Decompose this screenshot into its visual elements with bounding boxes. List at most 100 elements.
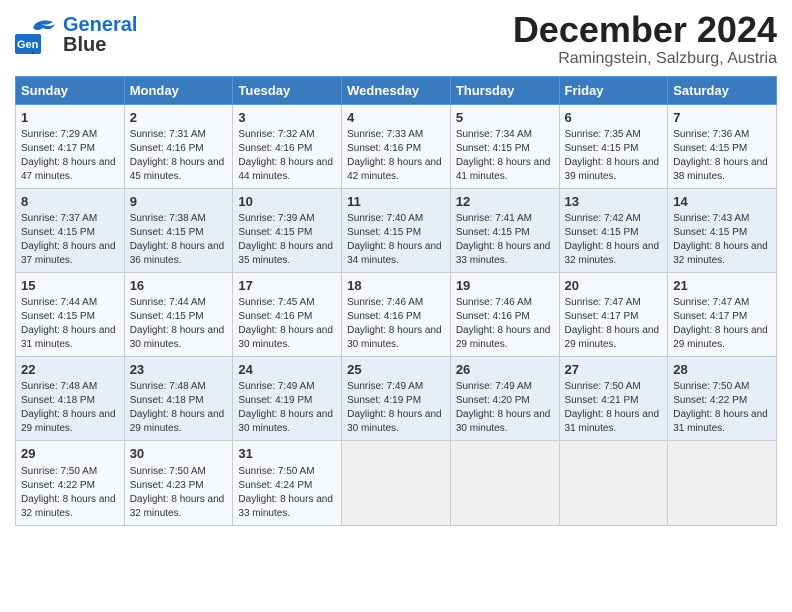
- day-number: 29: [21, 445, 119, 463]
- table-row: 25Sunrise: 7:49 AMSunset: 4:19 PMDayligh…: [342, 357, 451, 441]
- day-info: Sunrise: 7:39 AMSunset: 4:15 PMDaylight:…: [238, 212, 336, 268]
- col-wednesday: Wednesday: [342, 76, 451, 104]
- table-row: 20Sunrise: 7:47 AMSunset: 4:17 PMDayligh…: [559, 272, 668, 356]
- day-number: 15: [21, 277, 119, 295]
- day-number: 6: [565, 109, 663, 127]
- day-info: Sunrise: 7:50 AMSunset: 4:23 PMDaylight:…: [130, 465, 228, 521]
- day-number: 3: [238, 109, 336, 127]
- table-row: [450, 441, 559, 525]
- day-info: Sunrise: 7:32 AMSunset: 4:16 PMDaylight:…: [238, 128, 336, 184]
- table-row: 21Sunrise: 7:47 AMSunset: 4:17 PMDayligh…: [668, 272, 777, 356]
- day-info: Sunrise: 7:49 AMSunset: 4:20 PMDaylight:…: [456, 380, 554, 436]
- table-row: 24Sunrise: 7:49 AMSunset: 4:19 PMDayligh…: [233, 357, 342, 441]
- day-info: Sunrise: 7:29 AMSunset: 4:17 PMDaylight:…: [21, 128, 119, 184]
- month-title: December 2024: [513, 10, 777, 50]
- day-info: Sunrise: 7:48 AMSunset: 4:18 PMDaylight:…: [130, 380, 228, 436]
- calendar-table: Sunday Monday Tuesday Wednesday Thursday…: [15, 76, 777, 526]
- day-info: Sunrise: 7:44 AMSunset: 4:15 PMDaylight:…: [21, 296, 119, 352]
- day-number: 9: [130, 193, 228, 211]
- table-row: 17Sunrise: 7:45 AMSunset: 4:16 PMDayligh…: [233, 272, 342, 356]
- day-number: 13: [565, 193, 663, 211]
- table-row: 23Sunrise: 7:48 AMSunset: 4:18 PMDayligh…: [124, 357, 233, 441]
- day-number: 24: [238, 361, 336, 379]
- col-saturday: Saturday: [668, 76, 777, 104]
- day-number: 25: [347, 361, 445, 379]
- col-monday: Monday: [124, 76, 233, 104]
- day-number: 17: [238, 277, 336, 295]
- day-info: Sunrise: 7:50 AMSunset: 4:22 PMDaylight:…: [673, 380, 771, 436]
- day-info: Sunrise: 7:50 AMSunset: 4:22 PMDaylight:…: [21, 465, 119, 521]
- day-number: 30: [130, 445, 228, 463]
- header: Gen eral General Blue December 2024 Rami…: [15, 10, 777, 68]
- day-info: Sunrise: 7:49 AMSunset: 4:19 PMDaylight:…: [347, 380, 445, 436]
- day-info: Sunrise: 7:37 AMSunset: 4:15 PMDaylight:…: [21, 212, 119, 268]
- day-info: Sunrise: 7:33 AMSunset: 4:16 PMDaylight:…: [347, 128, 445, 184]
- calendar-week: 8Sunrise: 7:37 AMSunset: 4:15 PMDaylight…: [16, 188, 777, 272]
- col-thursday: Thursday: [450, 76, 559, 104]
- day-info: Sunrise: 7:36 AMSunset: 4:15 PMDaylight:…: [673, 128, 771, 184]
- table-row: 7Sunrise: 7:36 AMSunset: 4:15 PMDaylight…: [668, 104, 777, 188]
- day-info: Sunrise: 7:31 AMSunset: 4:16 PMDaylight:…: [130, 128, 228, 184]
- logo-blue: Blue: [63, 35, 137, 55]
- calendar-week: 15Sunrise: 7:44 AMSunset: 4:15 PMDayligh…: [16, 272, 777, 356]
- day-number: 16: [130, 277, 228, 295]
- table-row: 22Sunrise: 7:48 AMSunset: 4:18 PMDayligh…: [16, 357, 125, 441]
- col-friday: Friday: [559, 76, 668, 104]
- svg-text:Gen: Gen: [17, 39, 39, 51]
- table-row: 30 Sunrise: 7:50 AMSunset: 4:23 PMDayligh…: [124, 441, 233, 525]
- logo: Gen eral General Blue: [15, 15, 137, 55]
- day-info: Sunrise: 7:45 AMSunset: 4:16 PMDaylight:…: [238, 296, 336, 352]
- calendar-week: 1Sunrise: 7:29 AMSunset: 4:17 PMDaylight…: [16, 104, 777, 188]
- table-row: 16Sunrise: 7:44 AMSunset: 4:15 PMDayligh…: [124, 272, 233, 356]
- day-info: Sunrise: 7:41 AMSunset: 4:15 PMDaylight:…: [456, 212, 554, 268]
- table-row: 31 Sunrise: 7:50 AMSunset: 4:24 PMDayligh…: [233, 441, 342, 525]
- day-number: 12: [456, 193, 554, 211]
- day-info: Sunrise: 7:48 AMSunset: 4:18 PMDaylight:…: [21, 380, 119, 436]
- table-row: 27Sunrise: 7:50 AMSunset: 4:21 PMDayligh…: [559, 357, 668, 441]
- table-row: 4Sunrise: 7:33 AMSunset: 4:16 PMDaylight…: [342, 104, 451, 188]
- table-row: 29 Sunrise: 7:50 AMSunset: 4:22 PMDayligh…: [16, 441, 125, 525]
- title-area: December 2024 Ramingstein, Salzburg, Aus…: [513, 10, 777, 68]
- day-number: 5: [456, 109, 554, 127]
- table-row: 15Sunrise: 7:44 AMSunset: 4:15 PMDayligh…: [16, 272, 125, 356]
- day-number: 27: [565, 361, 663, 379]
- day-number: 21: [673, 277, 771, 295]
- table-row: 12Sunrise: 7:41 AMSunset: 4:15 PMDayligh…: [450, 188, 559, 272]
- day-info: Sunrise: 7:44 AMSunset: 4:15 PMDaylight:…: [130, 296, 228, 352]
- table-row: 26Sunrise: 7:49 AMSunset: 4:20 PMDayligh…: [450, 357, 559, 441]
- day-info: Sunrise: 7:42 AMSunset: 4:15 PMDaylight:…: [565, 212, 663, 268]
- day-info: Sunrise: 7:40 AMSunset: 4:15 PMDaylight:…: [347, 212, 445, 268]
- table-row: 13Sunrise: 7:42 AMSunset: 4:15 PMDayligh…: [559, 188, 668, 272]
- table-row: 3Sunrise: 7:32 AMSunset: 4:16 PMDaylight…: [233, 104, 342, 188]
- day-info: Sunrise: 7:47 AMSunset: 4:17 PMDaylight:…: [565, 296, 663, 352]
- day-number: 20: [565, 277, 663, 295]
- day-number: 18: [347, 277, 445, 295]
- day-info: Sunrise: 7:50 AMSunset: 4:24 PMDaylight:…: [238, 465, 336, 521]
- table-row: 10Sunrise: 7:39 AMSunset: 4:15 PMDayligh…: [233, 188, 342, 272]
- table-row: 5Sunrise: 7:34 AMSunset: 4:15 PMDaylight…: [450, 104, 559, 188]
- day-number: 19: [456, 277, 554, 295]
- table-row: 18Sunrise: 7:46 AMSunset: 4:16 PMDayligh…: [342, 272, 451, 356]
- table-row: 8Sunrise: 7:37 AMSunset: 4:15 PMDaylight…: [16, 188, 125, 272]
- svg-text:eral: eral: [15, 51, 35, 54]
- day-number: 14: [673, 193, 771, 211]
- day-info: Sunrise: 7:46 AMSunset: 4:16 PMDaylight:…: [456, 296, 554, 352]
- day-info: Sunrise: 7:34 AMSunset: 4:15 PMDaylight:…: [456, 128, 554, 184]
- table-row: 28Sunrise: 7:50 AMSunset: 4:22 PMDayligh…: [668, 357, 777, 441]
- day-info: Sunrise: 7:47 AMSunset: 4:17 PMDaylight:…: [673, 296, 771, 352]
- header-row: Sunday Monday Tuesday Wednesday Thursday…: [16, 76, 777, 104]
- table-row: 11Sunrise: 7:40 AMSunset: 4:15 PMDayligh…: [342, 188, 451, 272]
- day-number: 22: [21, 361, 119, 379]
- table-row: 14Sunrise: 7:43 AMSunset: 4:15 PMDayligh…: [668, 188, 777, 272]
- day-number: 7: [673, 109, 771, 127]
- day-number: 31: [238, 445, 336, 463]
- day-number: 10: [238, 193, 336, 211]
- day-number: 26: [456, 361, 554, 379]
- table-row: 6Sunrise: 7:35 AMSunset: 4:15 PMDaylight…: [559, 104, 668, 188]
- col-sunday: Sunday: [16, 76, 125, 104]
- table-row: [668, 441, 777, 525]
- day-info: Sunrise: 7:49 AMSunset: 4:19 PMDaylight:…: [238, 380, 336, 436]
- logo-icon: Gen eral: [15, 16, 59, 54]
- day-info: Sunrise: 7:43 AMSunset: 4:15 PMDaylight:…: [673, 212, 771, 268]
- day-number: 1: [21, 109, 119, 127]
